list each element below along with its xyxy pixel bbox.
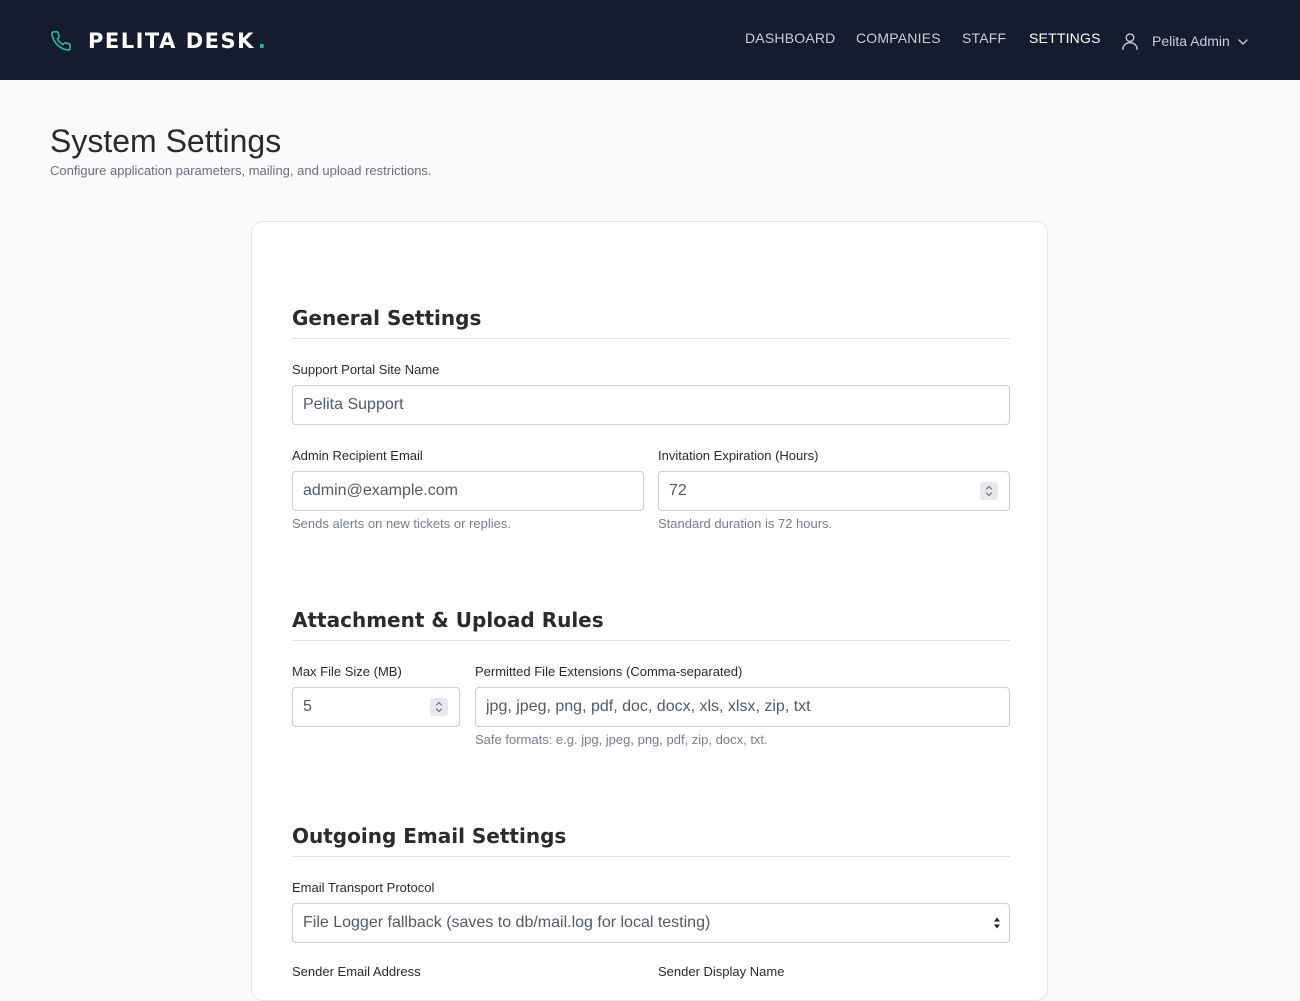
- max-size-stepper[interactable]: [430, 698, 448, 716]
- page-subtitle: Configure application parameters, mailin…: [50, 163, 432, 178]
- extensions-input[interactable]: [475, 687, 1010, 727]
- invite-expiry-hint: Standard duration is 72 hours.: [658, 516, 833, 531]
- invite-expiry-label: Invitation Expiration (Hours): [658, 448, 819, 463]
- site-name-label: Support Portal Site Name: [292, 362, 440, 377]
- section-title-general: General Settings: [292, 306, 482, 330]
- settings-card: General Settings Support Portal Site Nam…: [251, 221, 1048, 1001]
- admin-email-input[interactable]: [292, 471, 644, 511]
- sender-name-label: Sender Display Name: [658, 964, 785, 979]
- transport-select[interactable]: File Logger fallback (saves to db/mail.l…: [292, 903, 1010, 943]
- admin-email-label: Admin Recipient Email: [292, 448, 423, 463]
- invite-expiry-stepper[interactable]: [980, 482, 998, 500]
- max-size-label: Max File Size (MB): [292, 664, 402, 679]
- section-title-email: Outgoing Email Settings: [292, 824, 567, 848]
- page-title: System Settings: [50, 123, 282, 159]
- main-nav: DASHBOARD COMPANIES STAFF SETTINGS: [0, 30, 1300, 52]
- admin-email-hint: Sends alerts on new tickets or replies.: [292, 516, 511, 531]
- top-navbar: PELITA DESK . DASHBOARD COMPANIES STAFF …: [0, 0, 1300, 80]
- nav-dashboard[interactable]: DASHBOARD: [745, 30, 835, 46]
- user-icon: [1120, 31, 1140, 51]
- extensions-hint: Safe formats: e.g. jpg, jpeg, png, pdf, …: [475, 732, 768, 747]
- nav-settings[interactable]: SETTINGS: [1029, 30, 1101, 46]
- user-menu[interactable]: Pelita Admin: [1120, 30, 1249, 52]
- section-title-uploads: Attachment & Upload Rules: [292, 608, 604, 632]
- nav-companies[interactable]: COMPANIES: [856, 30, 941, 46]
- section-divider: [292, 856, 1010, 857]
- user-name: Pelita Admin: [1152, 33, 1230, 49]
- invite-expiry-input[interactable]: [658, 471, 1010, 511]
- transport-label: Email Transport Protocol: [292, 880, 435, 895]
- sender-email-label: Sender Email Address: [292, 964, 421, 979]
- section-divider: [292, 640, 1010, 641]
- nav-staff[interactable]: STAFF: [962, 30, 1006, 46]
- transport-select-value[interactable]: File Logger fallback (saves to db/mail.l…: [292, 903, 1010, 943]
- chevron-down-icon: [1237, 35, 1249, 47]
- site-name-input[interactable]: [292, 385, 1010, 425]
- section-divider: [292, 338, 1010, 339]
- extensions-label: Permitted File Extensions (Comma-separat…: [475, 664, 743, 679]
